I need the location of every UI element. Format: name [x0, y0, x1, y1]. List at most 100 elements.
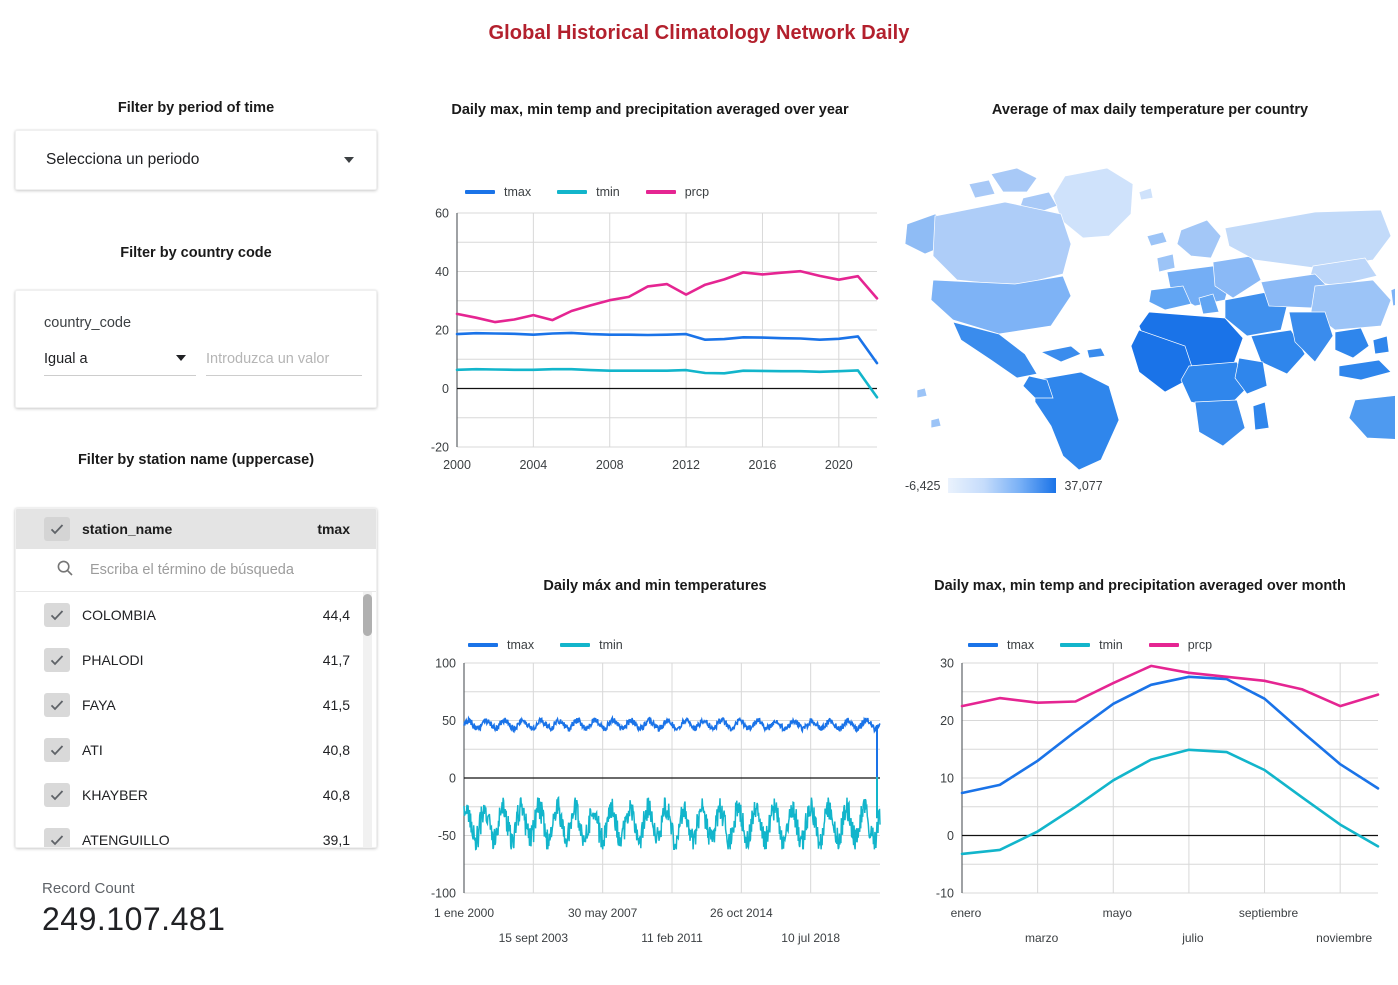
legend-swatch-tmax [968, 643, 998, 647]
station-name: ATENGUILLO [82, 831, 170, 848]
station-search-input[interactable] [90, 562, 356, 578]
yearly-chart-title: Daily max, min temp and precipitation av… [451, 102, 849, 118]
svg-text:0: 0 [947, 829, 954, 843]
legend-item-prcp[interactable]: prcp [645, 185, 710, 199]
row-checkbox[interactable] [44, 647, 70, 672]
svg-text:-100: -100 [431, 887, 456, 901]
station-list-header[interactable]: station_name tmax [16, 509, 376, 549]
legend-item-tmax[interactable]: tmax [968, 638, 1034, 652]
period-selected-value: Selecciona un periodo [46, 151, 200, 168]
search-icon [56, 559, 74, 582]
country-filter-card: country_code Igual a [15, 290, 377, 408]
legend-item-tmin[interactable]: tmin [560, 638, 623, 652]
chevron-down-icon [176, 355, 186, 361]
svg-text:50: 50 [442, 714, 456, 728]
station-name: COLOMBIA [82, 606, 156, 623]
station-list-scroll-thumb[interactable] [363, 594, 372, 636]
legend-item-tmax[interactable]: tmax [465, 185, 531, 199]
chevron-down-icon [344, 157, 354, 163]
station-tmax: 41,5 [322, 696, 350, 713]
record-count-value: 249.107.481 [42, 901, 226, 937]
svg-text:2000: 2000 [443, 458, 471, 472]
station-tmax: 41,7 [322, 651, 350, 668]
country-value-input[interactable] [206, 343, 362, 376]
legend-swatch-tmin [560, 643, 591, 647]
station-name: FAYA [82, 696, 116, 713]
svg-text:septiembre: septiembre [1239, 906, 1299, 920]
map-legend: -6,425 37,077 [905, 478, 1103, 493]
station-name: PHALODI [82, 651, 144, 668]
svg-text:15 sept 2003: 15 sept 2003 [499, 931, 569, 945]
country-operator-value: Igual a [44, 351, 88, 367]
svg-text:-20: -20 [431, 441, 449, 455]
station-header-value: tmax [317, 521, 350, 537]
svg-text:marzo: marzo [1025, 931, 1059, 945]
daily-chart-title: Daily máx and min temperatures [543, 578, 767, 594]
legend-item-tmin[interactable]: tmin [1060, 638, 1123, 652]
svg-text:0: 0 [442, 382, 449, 396]
table-row[interactable]: ATENGUILLO 39,1 [16, 817, 376, 848]
station-name: KHAYBER [82, 786, 148, 803]
svg-text:0: 0 [449, 772, 456, 786]
svg-text:2016: 2016 [749, 458, 777, 472]
station-search-bar[interactable] [16, 549, 376, 592]
svg-text:20: 20 [435, 324, 449, 338]
svg-text:30 may 2007: 30 may 2007 [568, 906, 638, 920]
station-list[interactable]: COLOMBIA 44,4 PHALODI 41,7 FAYA 41,5 ATI… [16, 592, 376, 848]
yearly-chart-legend: tmax tmin prcp [465, 185, 735, 199]
svg-text:2008: 2008 [596, 458, 624, 472]
period-filter-label: Filter by period of time [117, 100, 275, 116]
daily-chart-plot: -100 -50 0 50 100 1 ene 2000 30 may 2007 26 oct… [431, 657, 881, 945]
legend-swatch-prcp [645, 190, 676, 194]
svg-text:-10: -10 [936, 887, 954, 901]
table-row[interactable]: COLOMBIA 44,4 [16, 592, 376, 637]
row-checkbox[interactable] [44, 737, 70, 762]
country-filter-label: Filter by country code [120, 245, 272, 261]
row-checkbox[interactable] [44, 782, 70, 807]
map-legend-max: 37,077 [1064, 478, 1103, 493]
legend-swatch-tmin [1060, 643, 1091, 647]
world-choropleth-map[interactable] [895, 140, 1395, 470]
legend-item-prcp[interactable]: prcp [1148, 638, 1212, 652]
station-tmax: 39,1 [322, 831, 350, 848]
station-header-name: station_name [82, 521, 173, 537]
legend-label-tmin: tmin [596, 185, 620, 199]
svg-text:1 ene 2000: 1 ene 2000 [434, 906, 494, 920]
svg-text:60: 60 [435, 207, 449, 221]
table-row[interactable]: KHAYBER 40,8 [16, 772, 376, 817]
svg-text:julio: julio [1181, 931, 1204, 945]
legend-swatch-tmax [468, 643, 498, 647]
svg-text:2012: 2012 [672, 458, 700, 472]
table-row[interactable]: FAYA 41,5 [16, 682, 376, 727]
table-row[interactable]: PHALODI 41,7 [16, 637, 376, 682]
station-tmax: 40,8 [322, 786, 350, 803]
map-legend-gradient [948, 478, 1057, 493]
legend-label-tmin: tmin [1099, 638, 1123, 652]
row-checkbox[interactable] [44, 827, 70, 847]
monthly-chart-title: Daily max, min temp and precipitation av… [934, 578, 1346, 594]
map-legend-min: -6,425 [905, 478, 941, 493]
svg-text:11 feb 2011: 11 feb 2011 [641, 931, 703, 945]
daily-chart-legend: tmax tmin [468, 638, 649, 652]
legend-label-tmax: tmax [1007, 638, 1035, 652]
row-checkbox[interactable] [44, 602, 70, 627]
svg-text:mayo: mayo [1103, 906, 1133, 920]
legend-label-tmin: tmin [599, 638, 623, 652]
row-checkbox[interactable] [44, 692, 70, 717]
svg-text:enero: enero [951, 906, 982, 920]
legend-label-prcp: prcp [684, 185, 710, 199]
station-tmax: 40,8 [322, 741, 350, 758]
monthly-chart-plot: -10 0 10 20 30 enero mayo septiembre marzo julio n… [936, 657, 1380, 945]
table-row[interactable]: ATI 40,8 [16, 727, 376, 772]
country-operator-select[interactable]: Igual a [44, 343, 196, 376]
country-field-name: country_code [44, 315, 132, 331]
svg-text:10 jul 2018: 10 jul 2018 [781, 931, 840, 945]
period-filter-dropdown[interactable]: Selecciona un periodo [15, 130, 377, 190]
legend-label-tmax: tmax [504, 185, 532, 199]
map-title: Average of max daily temperature per cou… [991, 102, 1309, 118]
legend-swatch-prcp [1148, 643, 1179, 647]
legend-item-tmax[interactable]: tmax [468, 638, 534, 652]
select-all-checkbox[interactable] [44, 517, 70, 541]
svg-text:noviembre: noviembre [1316, 931, 1372, 945]
legend-item-tmin[interactable]: tmin [557, 185, 620, 199]
